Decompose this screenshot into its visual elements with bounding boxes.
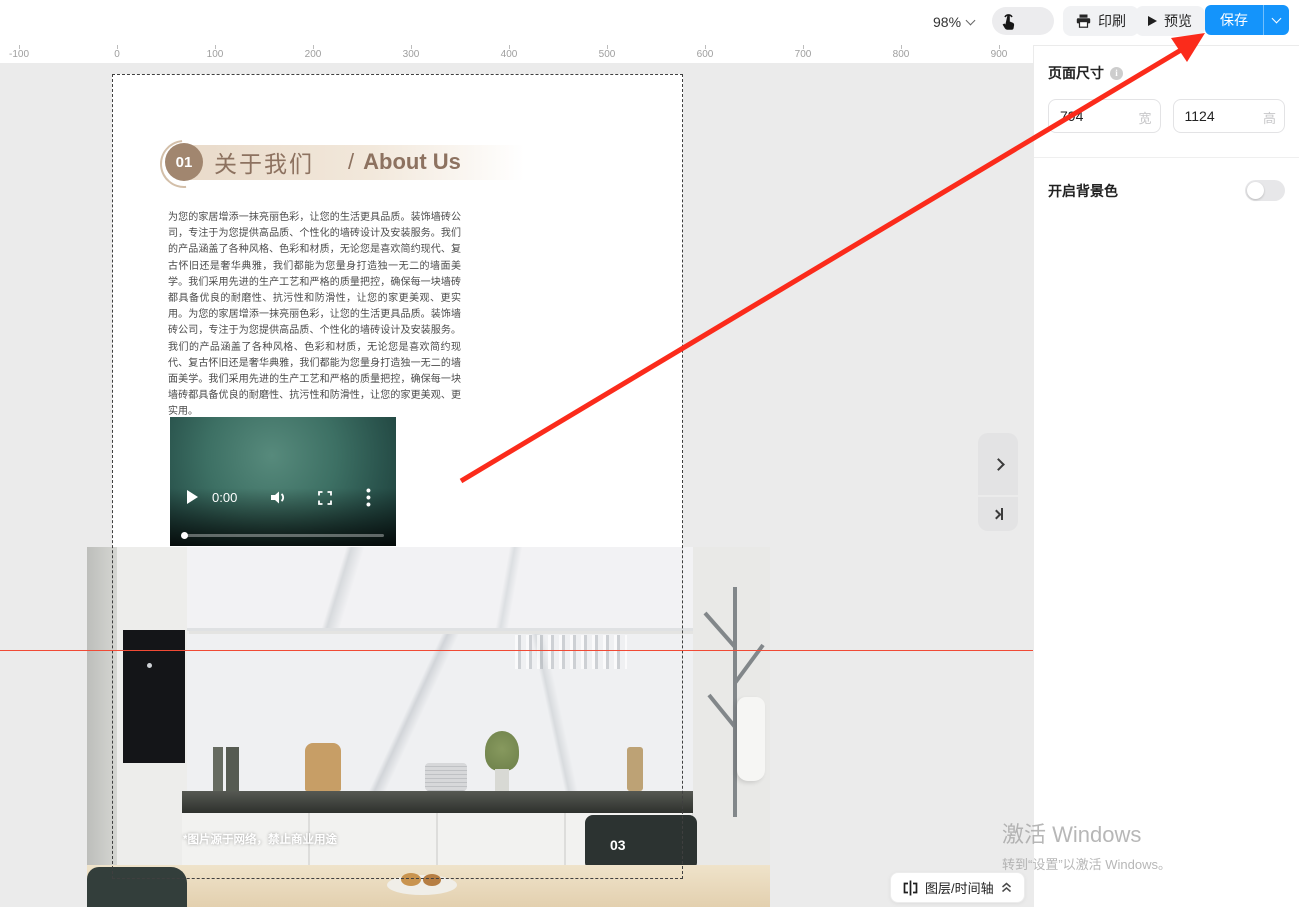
video-progress-knob[interactable] xyxy=(181,532,188,539)
layers-timeline-button[interactable]: 图层/时间轴 xyxy=(890,872,1025,903)
photo-food xyxy=(423,874,441,886)
video-player[interactable]: 0:00 ••• xyxy=(170,417,396,546)
photo-plant-pot xyxy=(495,769,509,791)
ruler-label: -100 xyxy=(0,49,39,60)
height-suffix: 高 xyxy=(1263,108,1276,127)
photo-plate-stack xyxy=(425,763,467,791)
video-more-icon[interactable]: ••• xyxy=(366,487,371,508)
page-size-label: 页面尺寸 xyxy=(1048,63,1104,83)
background-color-toggle[interactable] xyxy=(1245,180,1285,201)
photo-utensils xyxy=(627,747,643,791)
title-separator: / xyxy=(348,149,354,175)
video-time: 0:00 xyxy=(212,490,237,505)
ruler-label: 600 xyxy=(685,49,725,60)
chevron-down-icon xyxy=(1272,14,1282,24)
horizontal-guide-line[interactable] xyxy=(0,650,1033,651)
toggle-knob xyxy=(1247,182,1264,199)
zoom-value: 98% xyxy=(933,14,961,30)
printer-icon xyxy=(1076,14,1091,28)
chevron-right-icon xyxy=(992,509,1002,519)
photo-countertop xyxy=(182,791,693,813)
ruler-label: 200 xyxy=(293,49,333,60)
photo-cutting-board xyxy=(305,743,341,791)
ruler-label: 900 xyxy=(979,49,1019,60)
print-label: 印刷 xyxy=(1098,11,1126,31)
last-page-button[interactable] xyxy=(978,497,1018,531)
hand-tool-toggle[interactable] xyxy=(992,7,1054,35)
ruler-label: 400 xyxy=(489,49,529,60)
preview-button[interactable]: 预览 xyxy=(1135,6,1205,36)
ruler-label: 300 xyxy=(391,49,431,60)
photo-hanging-glasses xyxy=(515,635,627,669)
panel-divider xyxy=(1034,157,1299,158)
background-color-label: 开启背景色 xyxy=(1048,181,1118,201)
section-title-en: About Us xyxy=(363,149,461,175)
ruler-label: 800 xyxy=(881,49,921,60)
section-number-badge: 01 xyxy=(165,143,203,181)
photo-chair xyxy=(87,867,187,907)
photo-marble-cabinet xyxy=(187,547,693,631)
layers-timeline-label: 图层/时间轴 xyxy=(925,878,994,897)
photo-fridge xyxy=(87,547,117,907)
ruler-label: 500 xyxy=(587,49,627,60)
chevron-right-icon xyxy=(992,458,1005,471)
photo-bottles xyxy=(213,747,239,791)
section-title-cn: 关于我们 xyxy=(214,145,314,179)
ruler-label: 100 xyxy=(195,49,235,60)
save-button[interactable]: 保存 xyxy=(1205,5,1263,35)
photo-plant xyxy=(485,731,519,771)
page-navigation xyxy=(978,433,1018,531)
ruler-label: 0 xyxy=(97,49,137,60)
ruler-label: 700 xyxy=(783,49,823,60)
volume-icon[interactable] xyxy=(270,490,288,505)
photo-oven-light xyxy=(147,663,152,668)
section-heading[interactable]: 01 关于我们 / About Us xyxy=(165,143,461,181)
photo-caption[interactable]: *图片源于网络，禁止商业用途 xyxy=(183,831,337,847)
photo-food xyxy=(401,873,421,886)
badge-number: 01 xyxy=(176,154,193,171)
play-icon xyxy=(1148,16,1157,26)
layers-timeline-icon xyxy=(903,880,918,896)
fullscreen-icon[interactable] xyxy=(318,491,332,505)
video-play-icon[interactable] xyxy=(187,490,198,504)
photo-chair xyxy=(585,815,697,867)
body-paragraph[interactable]: 为您的家居增添一抹亮丽色彩，让您的生活更具品质。装饰墙砖公司，专注于为您提供高品… xyxy=(168,210,461,421)
save-dropdown-button[interactable] xyxy=(1263,5,1289,35)
top-toolbar: 98% 印刷 预览 保存 xyxy=(0,0,1299,45)
chevron-down-icon xyxy=(966,16,976,26)
photo-plate xyxy=(387,875,457,895)
collapse-up-icon xyxy=(1001,882,1012,893)
zoom-control[interactable]: 98% xyxy=(933,10,974,34)
width-suffix: 宽 xyxy=(1138,108,1151,127)
save-split-button: 保存 xyxy=(1205,5,1289,35)
save-label: 保存 xyxy=(1220,10,1248,30)
next-page-button[interactable] xyxy=(978,433,1018,495)
preview-label: 预览 xyxy=(1164,11,1192,31)
touch-hand-icon xyxy=(997,10,1019,32)
info-icon[interactable]: i xyxy=(1110,67,1123,80)
video-progress-bar[interactable] xyxy=(182,534,384,537)
print-button[interactable]: 印刷 xyxy=(1063,6,1139,36)
page-number[interactable]: 03 xyxy=(610,837,626,853)
kitchen-photo[interactable]: *图片源于网络，禁止商业用途 03 xyxy=(87,547,770,907)
settings-panel: 页面尺寸 i 宽 高 开启背景色 xyxy=(1033,45,1299,907)
photo-hanging-towel xyxy=(737,697,765,781)
